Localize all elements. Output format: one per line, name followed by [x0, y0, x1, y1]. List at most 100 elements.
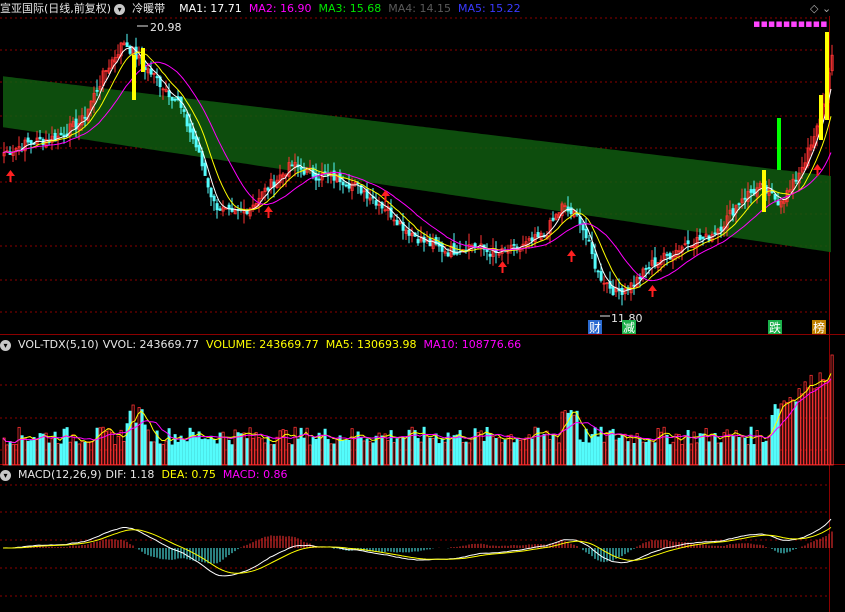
candle-body — [665, 254, 669, 256]
volume-bar — [809, 374, 813, 466]
volume-bar — [146, 429, 150, 466]
volume-bar — [581, 441, 585, 466]
volume-bar — [764, 440, 768, 466]
volume-bar — [425, 435, 429, 466]
candle-body — [446, 252, 450, 257]
vvol-label: VVOL: 243669.77 — [102, 338, 200, 351]
volume-bar — [443, 441, 447, 466]
signal-bar — [141, 48, 145, 72]
indicator-name[interactable]: 冷暖带 — [132, 2, 165, 15]
dropdown-icon[interactable]: ▾ — [0, 339, 11, 351]
volume-bar — [164, 440, 168, 466]
volume-bar — [614, 439, 618, 466]
volume-bar — [5, 444, 9, 466]
buy-arrow-icon — [381, 190, 390, 202]
candle-body — [299, 166, 303, 170]
volume-bar — [296, 438, 300, 466]
volume-bar — [506, 435, 510, 466]
dropdown-icon[interactable]: ▾ — [0, 469, 11, 481]
volume-bar — [689, 443, 693, 466]
volume-bar — [212, 439, 216, 466]
volume-bar — [530, 438, 534, 466]
candle-body — [731, 208, 735, 216]
volume-bar — [242, 432, 246, 466]
buy-arrow-icon — [6, 170, 15, 182]
volume-bar — [578, 439, 582, 466]
warm-cold-band — [3, 76, 831, 253]
candle-body — [62, 134, 66, 137]
volume-bar — [665, 434, 669, 466]
volume-bar — [608, 430, 612, 466]
volume-bar — [233, 429, 237, 466]
candle-body — [701, 236, 705, 239]
high-price-label: 20.98 — [150, 21, 182, 34]
volume-bar — [362, 440, 366, 466]
volume-bar — [521, 438, 525, 466]
volume-bar — [554, 435, 558, 466]
volume-bar — [572, 414, 576, 466]
volume-bar — [281, 429, 285, 466]
volume-bar — [29, 440, 33, 466]
candle-body — [581, 223, 585, 231]
volume-bar — [527, 434, 531, 466]
volume-bar — [773, 404, 777, 466]
dea-label: DEA: 0.75 — [161, 468, 216, 481]
volume-bar — [68, 441, 72, 466]
candle-body — [344, 184, 348, 187]
volume-bar — [323, 428, 327, 466]
macd-header: ▾ MACD(12,26,9) DIF: 1.18 DEA: 0.75 MACD: 0.… — [0, 467, 295, 483]
candle-body — [647, 267, 651, 269]
volume-bar — [230, 444, 234, 466]
vol-ma5-label: MA5: 130693.98 — [325, 338, 417, 351]
buy-arrow-icon — [264, 206, 273, 218]
volume-bar — [77, 443, 81, 466]
volume-bar — [620, 435, 624, 466]
volume-bar — [464, 441, 468, 466]
volume-bar — [557, 442, 561, 466]
volume-bar — [203, 438, 207, 466]
stock-chart: 20.9811.80财减跌榜 — [0, 16, 845, 612]
volume-bar — [560, 411, 564, 466]
volume-bar — [662, 426, 666, 466]
volume-bar — [587, 442, 591, 466]
volume-bar — [740, 436, 744, 466]
volume-bar — [455, 434, 459, 466]
volume-bar — [272, 444, 276, 466]
volume-bar — [26, 440, 30, 466]
candle-body — [638, 276, 642, 280]
ma4-label: MA4: 14.15 — [388, 2, 451, 15]
main-title[interactable]: 宣亚国际(日线,前复权) — [0, 2, 111, 15]
candle-body — [215, 203, 219, 211]
macd-dea-line — [3, 526, 832, 574]
volume-bar — [770, 414, 774, 466]
candle-body — [416, 238, 420, 244]
volume-bar — [35, 439, 39, 466]
candle-body — [185, 114, 189, 127]
ma1-label: MA1: 17.71 — [179, 2, 242, 15]
volume-bar — [209, 435, 213, 466]
main-chart-header: 宣亚国际(日线,前复权) ▾ 冷暖带 MA1: 17.71 MA2: 16.90 MA3:… — [0, 1, 528, 17]
signal-bar — [132, 55, 136, 100]
volume-bar — [656, 427, 660, 466]
volume-bar — [545, 430, 549, 466]
volume-bar — [761, 442, 765, 466]
volume-bar — [149, 441, 153, 466]
volume-bar — [65, 427, 69, 466]
volume-bar — [92, 439, 96, 466]
volume-bar — [41, 433, 45, 466]
candle-body — [596, 270, 600, 273]
volume-bar — [392, 442, 396, 466]
dropdown-icon[interactable]: ▾ — [114, 3, 126, 15]
volume-bar — [503, 439, 507, 466]
volume-bar — [44, 432, 48, 466]
volume-bar — [2, 437, 6, 466]
vol-title[interactable]: VOL-TDX(5,10) — [18, 338, 99, 351]
signal-bar — [819, 95, 823, 140]
candle-body — [206, 178, 210, 188]
volume-bar — [314, 439, 318, 466]
volume-bar — [245, 438, 249, 466]
nav-arrows-icon[interactable]: ◇ ⌄ — [810, 3, 831, 14]
macd-title[interactable]: MACD(12,26,9) — [18, 468, 102, 481]
volume-bar — [332, 443, 336, 466]
candle-body — [218, 208, 222, 211]
